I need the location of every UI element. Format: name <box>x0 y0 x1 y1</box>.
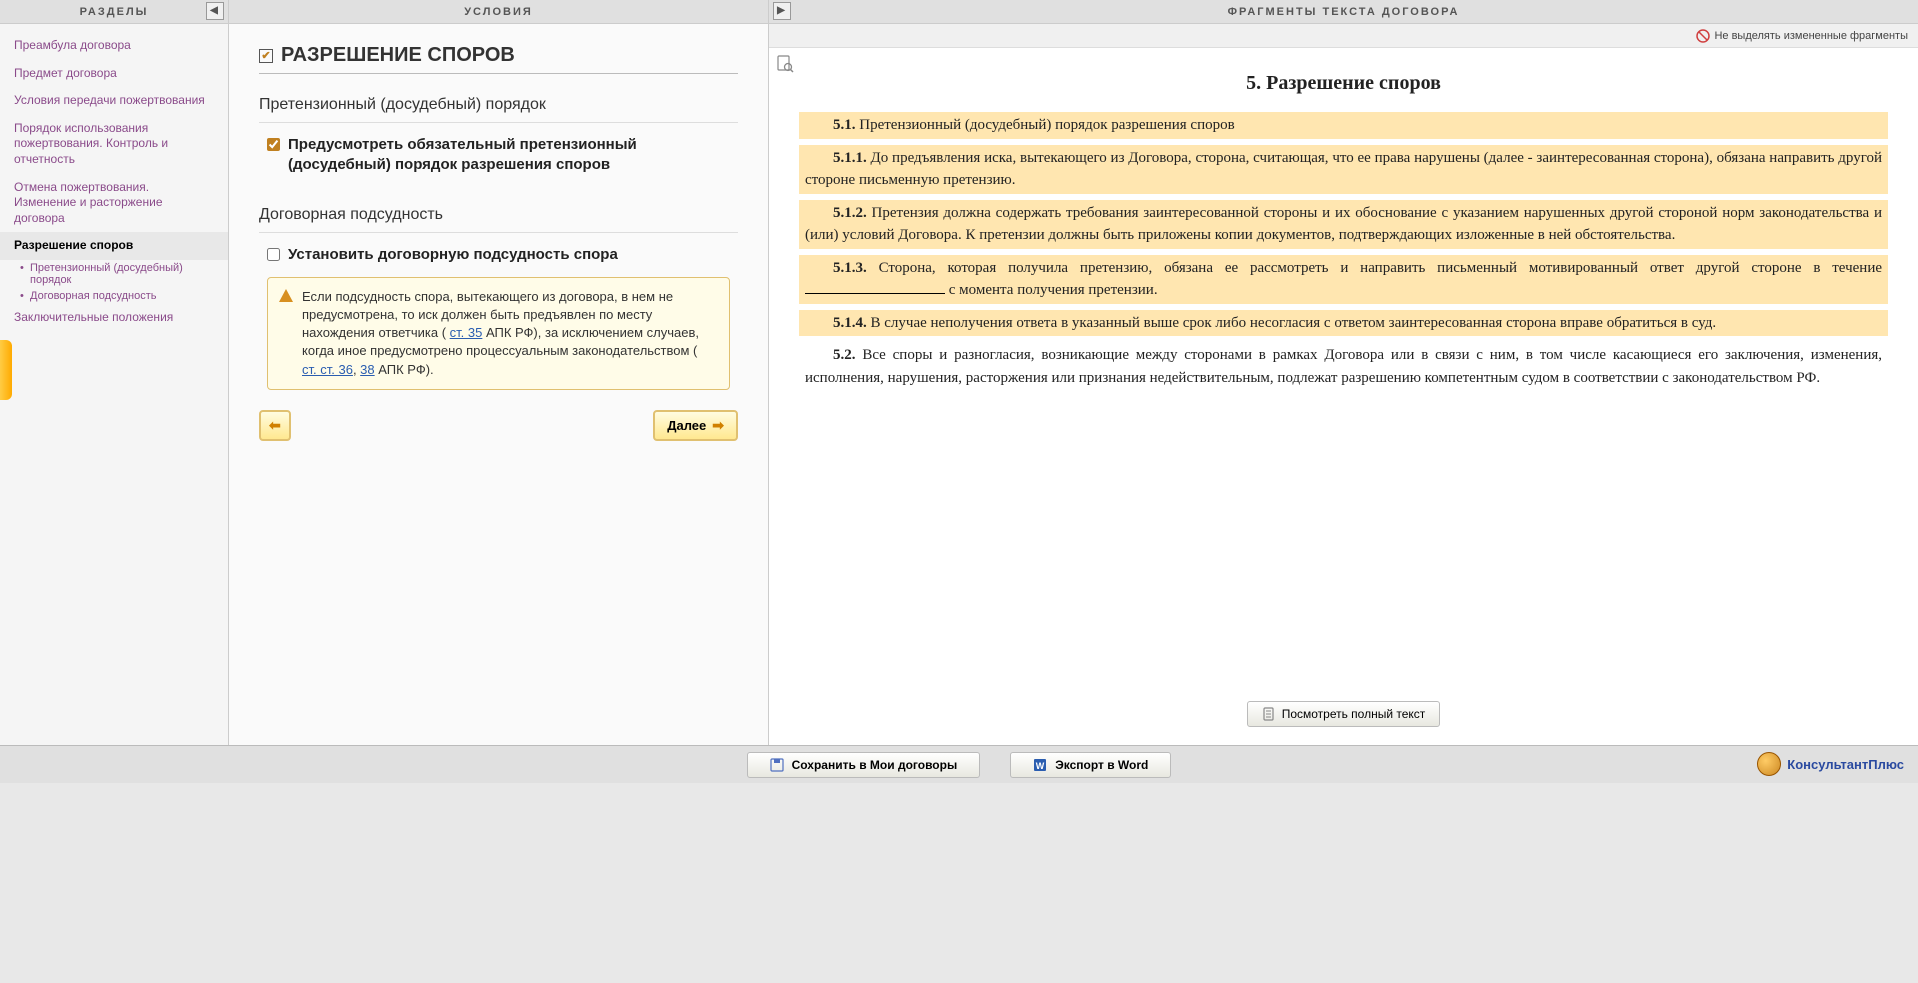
document-icon <box>1262 707 1276 721</box>
doc-p-5-2: 5.2. Все споры и разногласия, возникающи… <box>799 342 1888 391</box>
fragments-title: ФРАГМЕНТЫ ТЕКСТА ДОГОВОРА <box>1228 6 1460 18</box>
arrow-right-icon: ➡ <box>712 417 724 434</box>
conditions-body: ✔ РАЗРЕШЕНИЕ СПОРОВ Претензионный (досуд… <box>229 24 768 745</box>
export-word-button[interactable]: W Экспорт в Word <box>1010 752 1171 778</box>
doc-p-5-1-2: 5.1.2. Претензия должна содержать требов… <box>799 200 1888 249</box>
save-icon <box>770 758 784 772</box>
toggle-highlight-link[interactable]: Не выделять измененные фрагменты <box>1696 29 1908 43</box>
conditions-header: УСЛОВИЯ <box>229 0 768 24</box>
sections-title: РАЗДЕЛЫ <box>80 6 149 18</box>
collapse-left-icon[interactable]: ◀ <box>206 2 224 20</box>
next-button[interactable]: Далее ➡ <box>653 410 738 441</box>
doc-p-5-1-1: 5.1.1. До предъявления иска, вытекающего… <box>799 145 1888 194</box>
highlight-off-icon <box>1696 29 1710 43</box>
svg-text:W: W <box>1036 761 1045 771</box>
link-st36[interactable]: ст. ст. 36 <box>302 362 353 377</box>
sidebar-item-0[interactable]: Преамбула договора <box>0 32 228 60</box>
doc-p-5-1-4: 5.1.4. В случае неполучения ответа в ука… <box>799 310 1888 337</box>
sidebar-item-2[interactable]: Условия передачи пожертвования <box>0 87 228 115</box>
link-st38[interactable]: 38 <box>360 362 374 377</box>
sections-nav: Преамбула договораПредмет договораУслови… <box>0 24 228 340</box>
conditions-panel: УСЛОВИЯ ✔ РАЗРЕШЕНИЕ СПОРОВ Претензионны… <box>229 0 769 745</box>
back-button[interactable]: ⬅ <box>259 410 291 441</box>
next-button-label: Далее <box>667 418 706 433</box>
option-jurisdiction-checkbox[interactable] <box>267 248 280 261</box>
find-in-page-icon[interactable] <box>775 54 795 74</box>
option-pretrial-checkbox[interactable] <box>267 138 280 151</box>
option-jurisdiction[interactable]: Установить договорную подсудность спора <box>259 243 738 267</box>
sidebar-subitem-5-1[interactable]: Договорная подсудность <box>0 288 228 304</box>
doc-heading-num: 5. <box>1246 72 1261 94</box>
fragments-panel: ▶ ФРАГМЕНТЫ ТЕКСТА ДОГОВОРА Не выделять … <box>769 0 1918 745</box>
sections-panel: РАЗДЕЛЫ ◀ Преамбула договораПредмет дого… <box>0 0 229 745</box>
sidebar-item-5[interactable]: Разрешение споров <box>0 232 228 260</box>
doc-p-5-1: 5.1. Претензионный (досудебный) порядок … <box>799 112 1888 139</box>
warning-icon <box>278 288 294 304</box>
option-pretrial[interactable]: Предусмотреть обязательный претензионный… <box>259 133 738 178</box>
conditions-title: УСЛОВИЯ <box>464 6 533 18</box>
option-jurisdiction-text: Установить договорную подсудность спора <box>288 245 618 265</box>
export-word-label: Экспорт в Word <box>1055 758 1148 772</box>
page-title-text: РАЗРЕШЕНИЕ СПОРОВ <box>281 44 515 67</box>
option-pretrial-text: Предусмотреть обязательный претензионный… <box>288 135 730 176</box>
sections-header: РАЗДЕЛЫ ◀ <box>0 0 228 24</box>
view-full-text-label: Посмотреть полный текст <box>1282 707 1426 721</box>
fragments-toolbar: Не выделять измененные фрагменты <box>769 24 1918 48</box>
sidebar-item-6[interactable]: Заключительные положения <box>0 304 228 332</box>
save-button[interactable]: Сохранить в Мои договоры <box>747 752 981 778</box>
wizard-nav: ⬅ Далее ➡ <box>259 410 738 441</box>
brand-name: КонсультантПлюс <box>1787 757 1904 772</box>
toggle-highlight-text: Не выделять измененные фрагменты <box>1714 30 1908 42</box>
sidebar-item-3[interactable]: Порядок использования пожертвования. Кон… <box>0 115 228 174</box>
bottom-toolbar: Сохранить в Мои договоры W Экспорт в Wor… <box>0 745 1918 783</box>
arrow-left-icon: ⬅ <box>269 417 281 434</box>
group-jurisdiction: Договорная подсудность Установить догово… <box>259 198 738 390</box>
doc-heading: 5. Разрешение споров <box>799 68 1888 98</box>
view-full-text-button[interactable]: Посмотреть полный текст <box>1247 701 1441 727</box>
sidebar-subitem-5-0[interactable]: Претензионный (досудебный) порядок <box>0 260 228 288</box>
document-viewer[interactable]: 5. Разрешение споров 5.1. Претензионный … <box>769 48 1918 687</box>
fragments-footer: Посмотреть полный текст <box>769 687 1918 745</box>
main-layout: РАЗДЕЛЫ ◀ Преамбула договораПредмет дого… <box>0 0 1918 745</box>
link-st35[interactable]: ст. 35 <box>450 325 483 340</box>
brand-logo-icon <box>1757 752 1781 776</box>
info-note: Если подсудность спора, вытекающего из д… <box>267 277 730 390</box>
sidebar-item-4[interactable]: Отмена пожертвования. Изменение и растор… <box>0 174 228 233</box>
brand: КонсультантПлюс <box>1757 752 1904 776</box>
group-pretrial: Претензионный (досудебный) порядок Преду… <box>259 88 738 178</box>
group-jurisdiction-label: Договорная подсудность <box>259 198 738 233</box>
info-post: АПК РФ). <box>375 362 434 377</box>
doc-heading-text: Разрешение споров <box>1266 72 1441 94</box>
blank-field <box>805 293 945 294</box>
word-icon: W <box>1033 758 1047 772</box>
collapse-right-icon[interactable]: ▶ <box>773 2 791 20</box>
sidebar-item-1[interactable]: Предмет договора <box>0 60 228 88</box>
save-button-label: Сохранить в Мои договоры <box>792 758 958 772</box>
fragments-header: ▶ ФРАГМЕНТЫ ТЕКСТА ДОГОВОРА <box>769 0 1918 24</box>
group-pretrial-label: Претензионный (досудебный) порядок <box>259 88 738 123</box>
divider <box>259 73 738 74</box>
side-drawer-tab[interactable] <box>0 340 12 400</box>
page-title: ✔ РАЗРЕШЕНИЕ СПОРОВ <box>259 44 738 67</box>
title-check-icon: ✔ <box>259 49 273 63</box>
doc-p-5-1-3: 5.1.3. Сторона, которая получила претенз… <box>799 255 1888 304</box>
